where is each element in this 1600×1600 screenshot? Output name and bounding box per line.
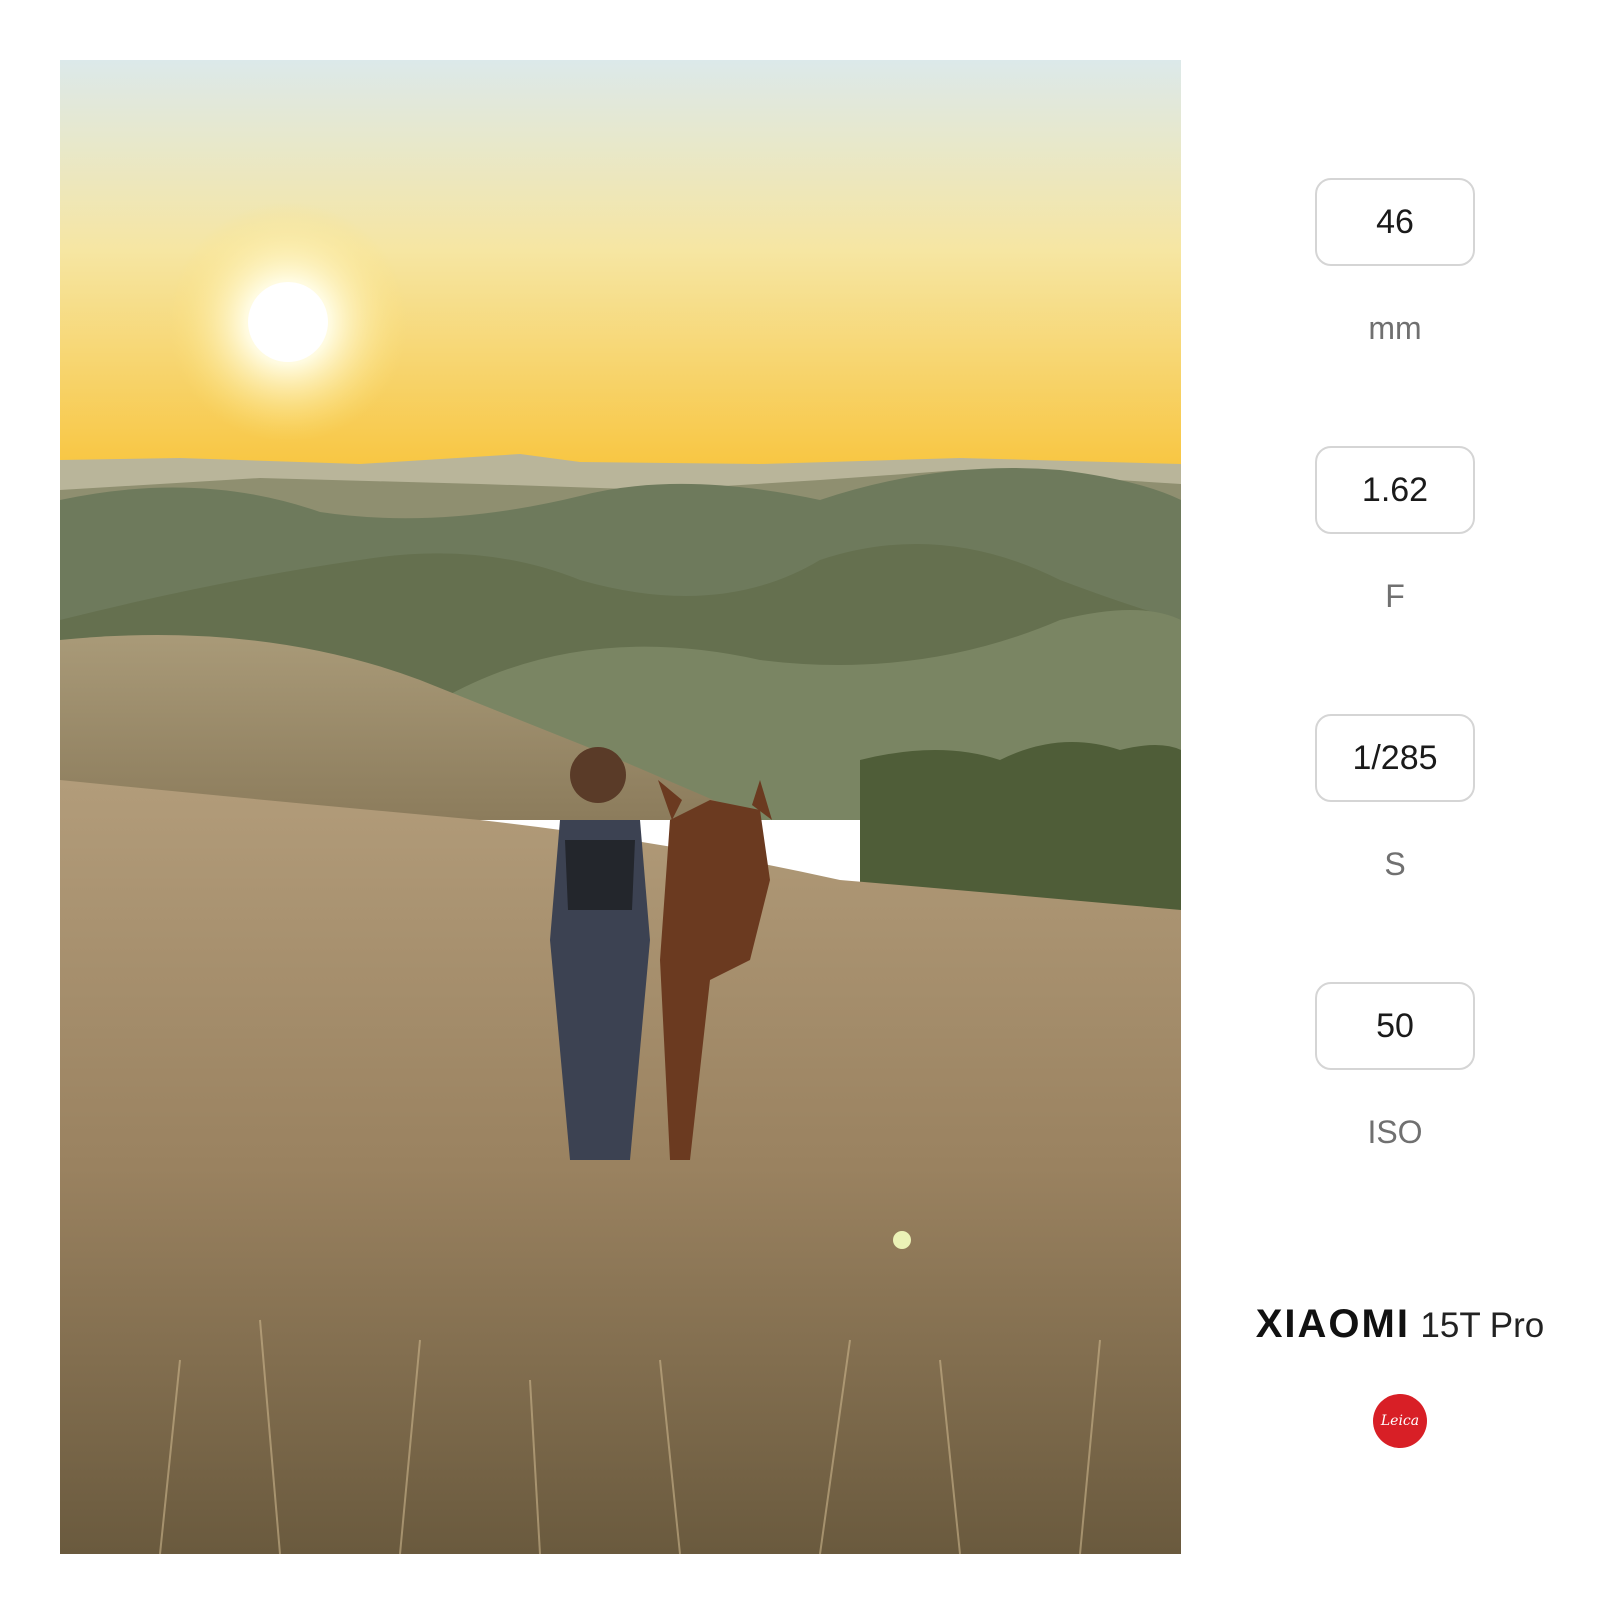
brand-model: 15T Pro: [1420, 1306, 1545, 1345]
exif-panel: 46 mm 1.62 F 1/285 S 50 ISO XIAOMI 15T P…: [1180, 0, 1600, 1600]
shutter-value: 1/285: [1315, 714, 1475, 802]
brand-name: XIAOMI: [1255, 1302, 1410, 1346]
shutter-spec: 1/285 S: [1315, 714, 1475, 883]
aperture-unit: F: [1385, 578, 1405, 614]
photo: [60, 60, 1181, 1554]
iso-spec: 50 ISO: [1315, 982, 1475, 1151]
focal-length-unit: mm: [1368, 310, 1422, 346]
focal-length-value: 46: [1315, 178, 1475, 266]
aperture-spec: 1.62 F: [1315, 446, 1475, 615]
leica-logo-text: Leica: [1380, 1413, 1420, 1429]
leica-logo-icon: Leica: [1373, 1394, 1427, 1448]
focal-length-spec: 46 mm: [1315, 178, 1475, 347]
landscape-photo: [60, 60, 1181, 1554]
shutter-unit: S: [1384, 846, 1406, 882]
aperture-value: 1.62: [1315, 446, 1475, 534]
device-brand: XIAOMI 15T Pro: [1240, 1302, 1560, 1347]
iso-unit: ISO: [1367, 1114, 1423, 1150]
iso-value: 50: [1315, 982, 1475, 1070]
